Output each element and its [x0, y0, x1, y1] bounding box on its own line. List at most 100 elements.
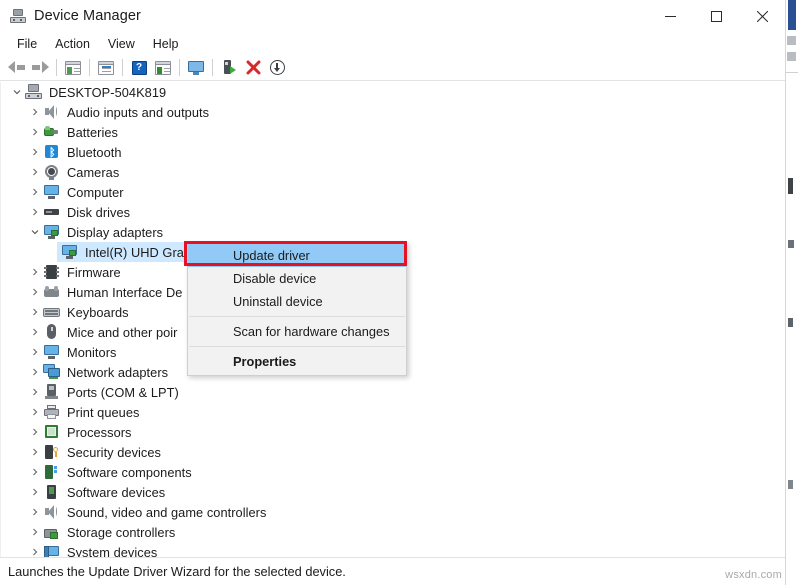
chevron-right-icon[interactable]: [27, 162, 43, 182]
scan-for-hardware-changes-icon[interactable]: [217, 57, 241, 79]
context-menu-item-disable-device[interactable]: Disable device: [188, 267, 406, 290]
tree-item-label: Print queues: [67, 405, 139, 420]
menu-view[interactable]: View: [99, 34, 144, 54]
software-component-icon: [43, 464, 61, 480]
tree-item-processors[interactable]: Processors: [1, 422, 785, 442]
display-adapter-icon: [61, 244, 79, 260]
tree-item-label: Cameras: [67, 165, 119, 180]
context-menu-item-scan-for-hardware-changes[interactable]: Scan for hardware changes: [188, 320, 406, 343]
update-driver-icon[interactable]: [184, 57, 208, 79]
tree-item-audio[interactable]: Audio inputs and outputs: [1, 102, 785, 122]
tree-item-batteries[interactable]: Batteries: [1, 122, 785, 142]
chevron-right-icon[interactable]: [27, 202, 43, 222]
chevron-right-icon[interactable]: [27, 182, 43, 202]
tree-item-label: Processors: [67, 425, 132, 440]
tree-item-system-devices[interactable]: System devices: [1, 542, 785, 557]
tree-item-label: Sound, video and game controllers: [67, 505, 266, 520]
mouse-icon: [43, 324, 61, 340]
tree-item-sound-video-and-game-controllers[interactable]: Sound, video and game controllers: [1, 502, 785, 522]
bluetooth-icon: ᛒ: [43, 144, 61, 160]
tree-item-label: Storage controllers: [67, 525, 175, 540]
tree-item-label: System devices: [67, 545, 157, 558]
tree-item-cameras[interactable]: Cameras: [1, 162, 785, 182]
help-icon[interactable]: ?: [127, 57, 151, 79]
chevron-right-icon[interactable]: [27, 442, 43, 462]
tree-item-storage-controllers[interactable]: Storage controllers: [1, 522, 785, 542]
toolbar-separator: [212, 59, 213, 76]
speaker-icon: [43, 104, 61, 120]
chevron-right-icon[interactable]: [27, 522, 43, 542]
chevron-right-icon[interactable]: [27, 462, 43, 482]
tree-item-label: Bluetooth: [67, 145, 122, 160]
status-text: Launches the Update Driver Wizard for th…: [8, 564, 346, 579]
chevron-right-icon[interactable]: [27, 502, 43, 522]
context-menu-item-update-driver[interactable]: Update driver: [188, 244, 406, 267]
background-window-item-2: [788, 240, 794, 248]
keyboard-icon: [43, 304, 61, 320]
chevron-right-icon[interactable]: [27, 422, 43, 442]
tree-item-desktop[interactable]: DESKTOP-504K819: [1, 82, 785, 102]
chevron-right-icon[interactable]: [27, 282, 43, 302]
context-menu-item-uninstall-device[interactable]: Uninstall device: [188, 290, 406, 313]
tree-item-label: Ports (COM & LPT): [67, 385, 179, 400]
tree-item-software-components[interactable]: Software components: [1, 462, 785, 482]
chevron-down-icon[interactable]: [9, 82, 25, 102]
menu-help[interactable]: Help: [144, 34, 188, 54]
show-hide-console-tree-icon[interactable]: [61, 57, 85, 79]
toolbar-separator: [122, 59, 123, 76]
chevron-right-icon[interactable]: [27, 142, 43, 162]
chevron-right-icon[interactable]: [27, 262, 43, 282]
menu-file[interactable]: File: [8, 34, 46, 54]
disable-device-icon[interactable]: [265, 57, 289, 79]
chevron-right-icon[interactable]: [27, 302, 43, 322]
show-hide-action-pane-icon[interactable]: [151, 57, 175, 79]
storage-controller-icon: [43, 524, 61, 540]
tree-item-display-adapters[interactable]: Display adapters: [1, 222, 785, 242]
context-menu-separator: [189, 346, 405, 347]
tree-item-label: Network adapters: [67, 365, 168, 380]
chevron-right-icon[interactable]: [27, 322, 43, 342]
window-title: Device Manager: [34, 8, 141, 24]
tree-item-computer[interactable]: Computer: [1, 182, 785, 202]
background-window-divider: [786, 72, 798, 73]
window-controls: [647, 0, 785, 32]
chevron-right-icon[interactable]: [27, 382, 43, 402]
device-manager-window: Device Manager File Action View Help: [0, 0, 786, 585]
firmware-icon: [43, 264, 61, 280]
tree-item-software-devices[interactable]: Software devices: [1, 482, 785, 502]
chevron-right-icon[interactable]: [27, 102, 43, 122]
chevron-right-icon[interactable]: [27, 342, 43, 362]
tree-item-ports[interactable]: Ports (COM & LPT): [1, 382, 785, 402]
tree-item-print-queues[interactable]: Print queues: [1, 402, 785, 422]
toolbar-separator: [56, 59, 57, 76]
tree-item-security-devices[interactable]: Security devices: [1, 442, 785, 462]
tree-item-disk-drives[interactable]: Disk drives: [1, 202, 785, 222]
chevron-right-icon[interactable]: [27, 482, 43, 502]
maximize-icon[interactable]: [693, 0, 739, 32]
background-window-icon-2: [787, 52, 796, 61]
titlebar: Device Manager: [0, 0, 785, 32]
chevron-right-icon[interactable]: [27, 122, 43, 142]
chevron-right-icon[interactable]: [27, 542, 43, 557]
uninstall-device-icon[interactable]: [241, 57, 265, 79]
back-arrow-icon[interactable]: [4, 57, 28, 79]
tree-item-bluetooth[interactable]: ᛒ Bluetooth: [1, 142, 785, 162]
close-icon[interactable]: [739, 0, 785, 32]
printer-icon: [43, 404, 61, 420]
tree-item-label: Display adapters: [67, 225, 163, 240]
menu-action[interactable]: Action: [46, 34, 99, 54]
properties-icon[interactable]: [94, 57, 118, 79]
context-menu-item-properties[interactable]: Properties: [188, 350, 406, 373]
battery-icon: [43, 124, 61, 140]
chevron-right-icon[interactable]: [27, 362, 43, 382]
minimize-icon[interactable]: [647, 0, 693, 32]
chevron-down-icon[interactable]: [27, 222, 43, 242]
chevron-right-icon[interactable]: [27, 402, 43, 422]
context-menu-separator: [189, 316, 405, 317]
processor-icon: [43, 424, 61, 440]
forward-arrow-icon[interactable]: [28, 57, 52, 79]
context-menu[interactable]: Update driver Disable device Uninstall d…: [187, 242, 407, 376]
hid-icon: [43, 284, 61, 300]
tree-item-label: Monitors: [67, 345, 116, 360]
menubar: File Action View Help: [0, 32, 785, 55]
